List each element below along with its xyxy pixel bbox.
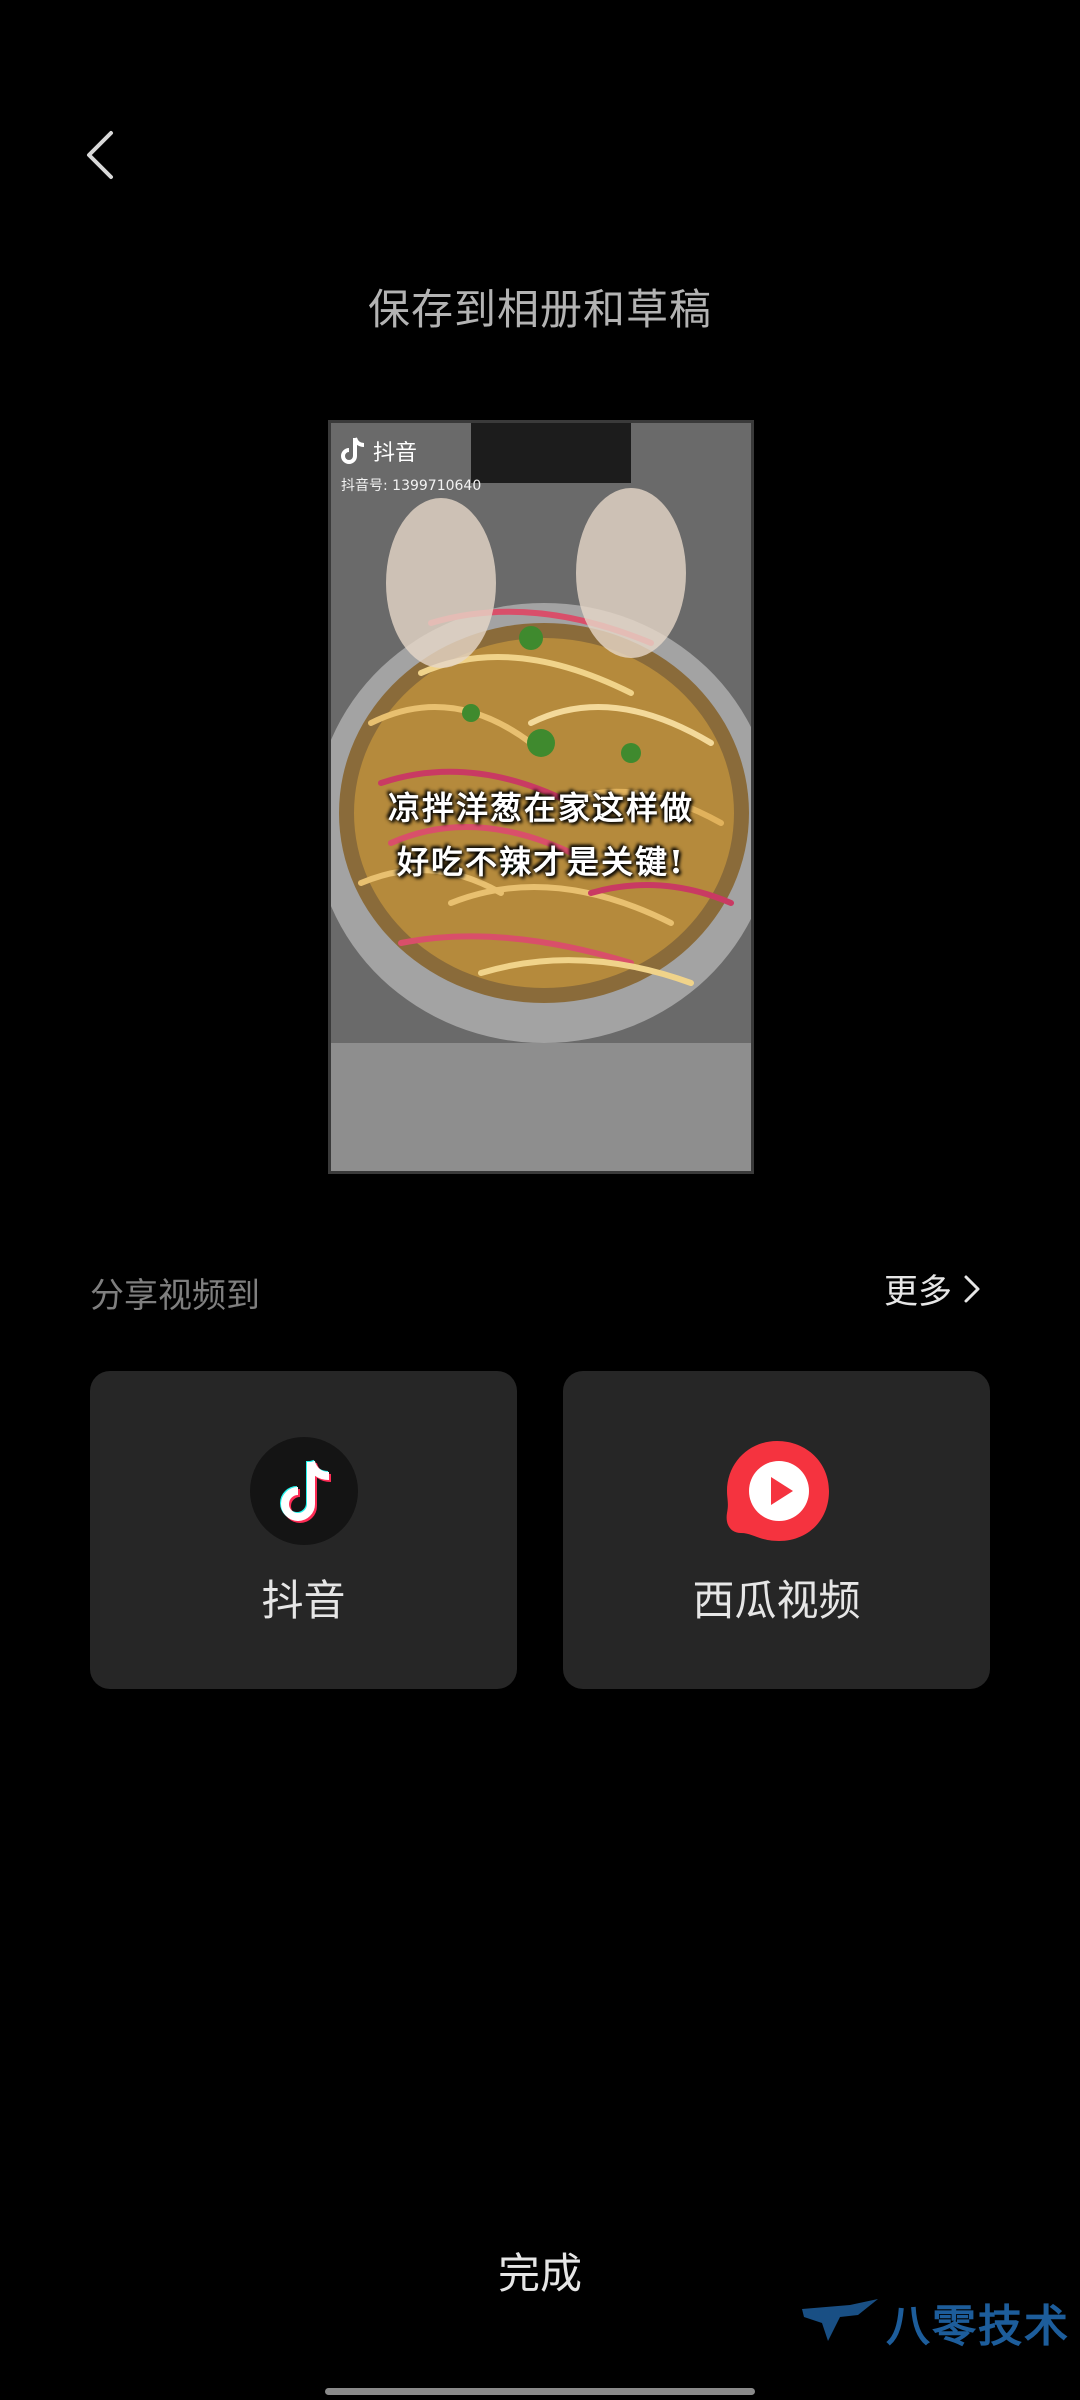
page-title: 保存到相册和草稿 [367,285,712,334]
share-target-label: 抖音 [261,1576,346,1625]
share-target-label: 西瓜视频 [692,1576,861,1625]
share-target-xigua[interactable]: 西瓜视频 [563,1371,990,1689]
back-button[interactable] [70,120,130,190]
share-section-label: 分享视频到 [90,1276,260,1316]
more-label: 更多 [884,1272,952,1312]
douyin-logo-icon [249,1437,358,1545]
chevron-left-icon [87,131,113,179]
more-button[interactable]: 更多 [884,1264,982,1313]
brand-watermark: 八零技术 [800,2290,1070,2354]
watermark-app-name: 抖音 [373,441,418,466]
video-preview[interactable]: 抖音 抖音号: 1399710640 凉拌洋葱在家这样做 好吃不辣才是关键! [328,420,754,1174]
watermark-account-id: 抖音号: 1399710640 [341,478,482,494]
video-caption-line2: 好吃不辣才是关键! [396,843,686,881]
watermark: 抖音 [341,435,417,467]
video-caption-line1: 凉拌洋葱在家这样做 [387,789,694,827]
share-target-douyin[interactable]: 抖音 [90,1371,517,1689]
save-share-page: 保存到相册和草稿 抖音 抖音号: 1399710640 凉拌洋葱在家这样做 好吃… [0,0,1080,2400]
douyin-small-icon [341,437,365,464]
xigua-video-logo-icon [723,1437,831,1545]
brand-watermark-text: 八零技术 [886,2301,1070,2352]
home-indicator[interactable] [325,2388,755,2395]
bird-logo-icon [802,2299,878,2341]
chevron-right-icon [964,1275,980,1302]
